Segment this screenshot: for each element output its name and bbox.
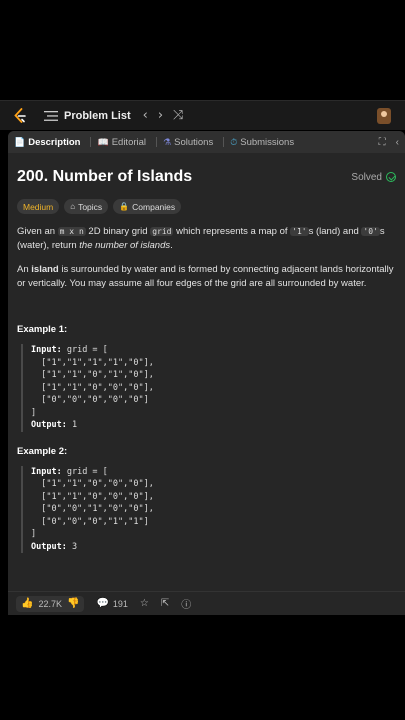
inline-code: grid: [150, 227, 174, 236]
grid-row: ["1","1","0","1","0"],: [31, 370, 154, 380]
flask-icon: ⚗: [163, 136, 172, 147]
thumbs-up-icon[interactable]: 👍: [21, 598, 33, 609]
grid-close: ]: [31, 529, 37, 539]
description-paragraph-1: Given an m x n 2D binary grid grid which…: [17, 225, 396, 252]
comment-count: 191: [112, 598, 128, 609]
expand-icon[interactable]: ⛶: [379, 137, 386, 148]
problem-title[interactable]: 200. Number of Islands: [17, 168, 192, 186]
comment-icon: 💬: [96, 598, 109, 609]
next-problem-icon[interactable]: ›: [158, 108, 163, 123]
topics-button[interactable]: ⌂ Topics: [64, 199, 109, 214]
difficulty-badge[interactable]: Medium: [17, 199, 60, 214]
output-label: Output:: [31, 420, 67, 430]
bold-text: island: [31, 264, 59, 275]
tab-separator: [156, 137, 158, 147]
panel-tabs: 📄 Description 📖 Editorial ⚗ Solutions ⏱ …: [8, 131, 405, 153]
output-value: 1: [66, 420, 78, 430]
like-count: 22.7K: [38, 598, 62, 609]
favorite-button[interactable]: ☆: [140, 598, 149, 609]
text: .: [170, 239, 173, 251]
collapse-icon[interactable]: ‹: [396, 137, 399, 148]
emphasis: the number of islands: [79, 239, 171, 251]
grid-row: ["1","1","1","1","0"],: [31, 357, 154, 368]
history-icon: ⏱: [230, 136, 238, 147]
tab-submissions[interactable]: ⏱ Submissions: [223, 137, 294, 148]
grid-row: ["0","0","1","0","0"],: [31, 504, 154, 514]
topics-label: Topics: [78, 201, 103, 212]
input-head: grid = [: [61, 345, 108, 355]
tab-solutions[interactable]: ⚗ Solutions: [156, 137, 213, 148]
description-paragraph-2: An island is surrounded by water and is …: [17, 263, 396, 290]
problem-content: 200. Number of Islands Solved Medium ⌂ T…: [8, 153, 405, 553]
book-icon: 📖: [97, 136, 109, 147]
top-navigation-bar: Problem List ‹ › ⤨: [0, 100, 405, 130]
text: An: [17, 264, 32, 275]
tab-description[interactable]: 📄 Description: [14, 137, 80, 148]
lock-icon: 🔒: [119, 202, 130, 211]
thumbs-down-icon[interactable]: 👎: [67, 598, 79, 609]
problem-tags: Medium ⌂ Topics 🔒 Companies: [17, 199, 396, 214]
solved-label: Solved: [351, 171, 382, 183]
tab-label: Solutions: [174, 136, 214, 148]
inline-code: '1': [290, 227, 309, 236]
text: which represents a map of: [173, 226, 291, 237]
tab-label: Submissions: [240, 136, 295, 148]
input-head: grid = [: [61, 466, 108, 477]
text: Given an: [17, 226, 58, 237]
inline-code: m x n: [57, 227, 86, 236]
tab-separator: [90, 137, 92, 147]
description-panel: 📄 Description 📖 Editorial ⚗ Solutions ⏱ …: [8, 131, 405, 615]
output-value: 3: [66, 541, 78, 552]
tab-editorial[interactable]: 📖 Editorial: [90, 137, 146, 148]
tag-icon: ⌂: [70, 202, 76, 211]
inline-code: '0': [361, 227, 380, 236]
tab-tools: ⛶ ‹: [379, 137, 399, 148]
grid-row: ["1","1","0","0","0"],: [31, 479, 154, 489]
help-button[interactable]: ⓘ: [181, 596, 191, 611]
solved-status: Solved: [351, 172, 396, 183]
avatar[interactable]: [377, 108, 391, 124]
grid-close: ]: [31, 407, 37, 418]
example-1-block: Input: grid = [ ["1","1","1","1","0"], […: [21, 344, 396, 432]
shuffle-icon[interactable]: ⤨: [173, 108, 183, 123]
difficulty-label: Medium: [23, 201, 54, 212]
leetcode-logo-icon[interactable]: [12, 107, 28, 124]
example-2-block: Input: grid = [ ["1","1","0","0","0"], […: [21, 465, 396, 553]
companies-label: Companies: [132, 201, 176, 212]
text: is surrounded by water and is formed by …: [17, 264, 394, 289]
text: 2D binary grid: [85, 226, 151, 237]
like-group: 👍 22.7K 👎: [16, 595, 85, 612]
check-circle-icon: [386, 172, 396, 182]
prev-problem-icon[interactable]: ‹: [143, 108, 148, 123]
share-button[interactable]: ⇱: [161, 598, 169, 609]
input-label: Input:: [31, 466, 62, 477]
title-row: 200. Number of Islands Solved: [17, 168, 396, 186]
grid-row: ["1","1","0","0","0"],: [31, 382, 154, 393]
example-1-title: Example 1:: [17, 324, 68, 335]
tab-label: Editorial: [111, 136, 147, 148]
grid-row: ["1","1","0","0","0"],: [31, 491, 154, 502]
grid-row: ["0","0","0","1","1"]: [31, 516, 149, 527]
example-2-title: Example 2:: [17, 445, 68, 457]
comments-button[interactable]: 💬 191: [96, 598, 127, 609]
input-label: Input:: [31, 345, 62, 355]
bottom-action-bar: 👍 22.7K 👎 💬 191 ☆ ⇱ ⓘ: [8, 591, 405, 615]
text: s (land) and: [308, 226, 362, 237]
companies-button[interactable]: 🔒 Companies: [113, 199, 182, 214]
list-icon[interactable]: [44, 110, 58, 122]
description-icon: 📄: [14, 136, 26, 147]
output-label: Output:: [31, 541, 67, 552]
problem-list-button[interactable]: Problem List: [64, 110, 131, 122]
tab-separator: [223, 137, 225, 147]
star-icon: ☆: [139, 598, 149, 609]
grid-row: ["0","0","0","0","0"]: [31, 395, 149, 405]
share-icon: ⇱: [160, 598, 170, 609]
help-icon: ⓘ: [181, 600, 192, 611]
tab-label: Description: [28, 136, 81, 148]
